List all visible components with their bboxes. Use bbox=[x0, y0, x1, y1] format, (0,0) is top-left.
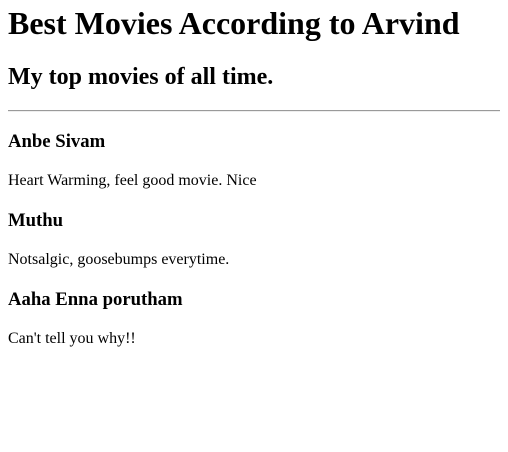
movie-description: Heart Warming, feel good movie. Nice bbox=[8, 172, 257, 189]
list-item: Aaha Enna porutham Can't tell you why!! bbox=[8, 288, 500, 348]
movie-list: Anbe Sivam Heart Warming, feel good movi… bbox=[8, 130, 500, 348]
page-title: Best Movies According to Arvind bbox=[8, 5, 460, 41]
movie-description: Notsalgic, goosebumps everytime. bbox=[8, 251, 230, 268]
list-item: Anbe Sivam Heart Warming, feel good movi… bbox=[8, 130, 500, 190]
movie-description: Can't tell you why!! bbox=[8, 330, 136, 347]
movie-title: Muthu bbox=[8, 210, 64, 231]
movie-title: Aaha Enna porutham bbox=[8, 289, 183, 310]
list-item: Muthu Notsalgic, goosebumps everytime. bbox=[8, 209, 500, 269]
page-subtitle: My top movies of all time. bbox=[8, 64, 274, 90]
page-content: Best Movies According to Arvind My top m… bbox=[0, 0, 508, 348]
divider bbox=[8, 110, 500, 112]
movie-title: Anbe Sivam bbox=[8, 131, 106, 152]
